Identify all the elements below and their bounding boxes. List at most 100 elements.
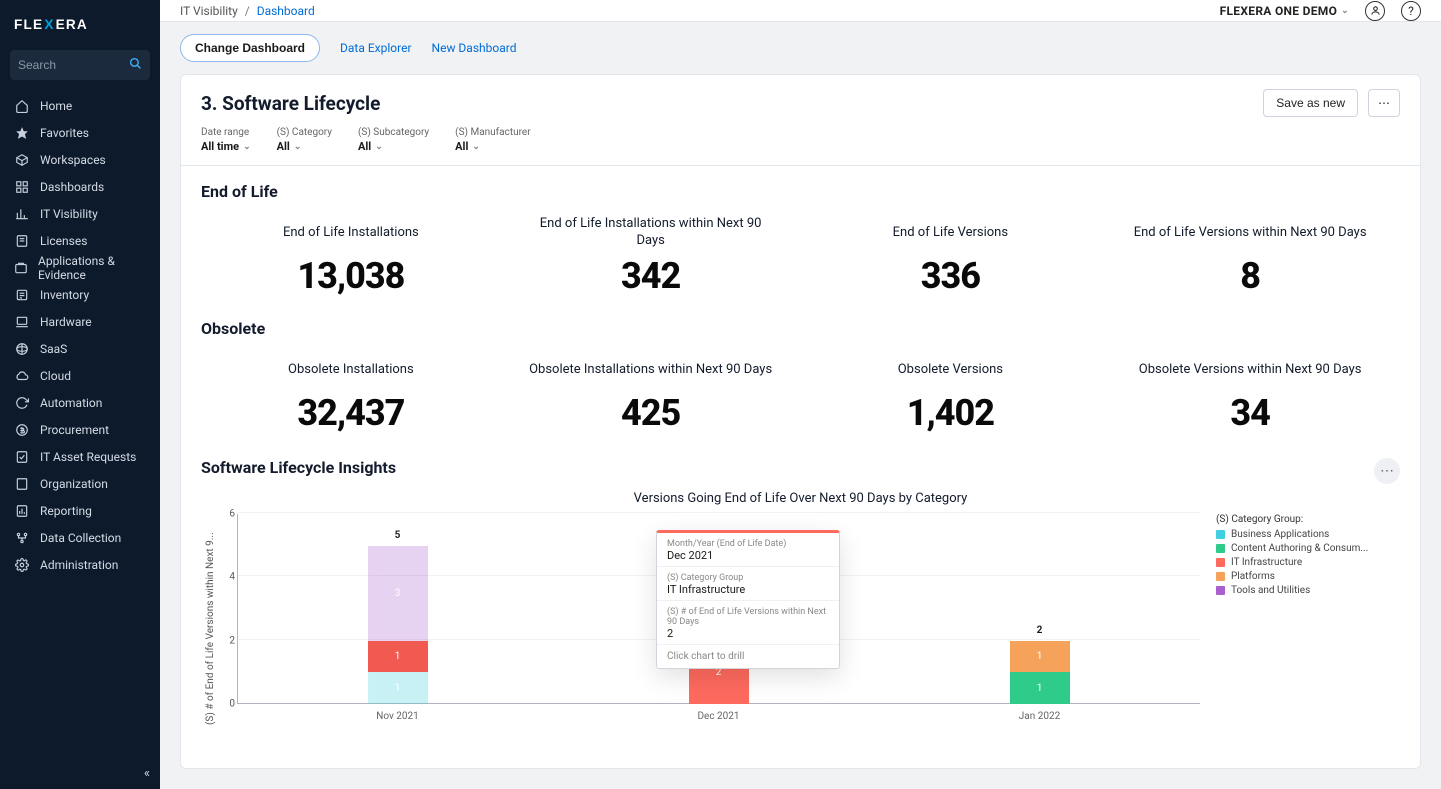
sidebar-item-organization[interactable]: Organization [0, 470, 160, 497]
data-icon [14, 530, 30, 546]
legend-item[interactable]: Tools and Utilities [1216, 585, 1400, 596]
flexera-logo-svg: FLE X ERA [14, 16, 134, 34]
chevron-down-icon: ⌄ [243, 142, 251, 152]
tooltip-label: (S) # of End of Life Versions within Nex… [667, 607, 829, 627]
bar-segment[interactable]: 1 [368, 641, 428, 673]
sidebar-item-label: Dashboards [40, 180, 104, 194]
filter--s-manufacturer[interactable]: (S) ManufacturerAll⌄ [455, 127, 530, 153]
sidebar-item-dashboards[interactable]: Dashboards [0, 173, 160, 200]
sidebar-item-it-visibility[interactable]: IT Visibility [0, 200, 160, 227]
sidebar-item-label: Workspaces [40, 153, 106, 167]
y-tick: 4 [229, 572, 235, 583]
kpi-card: End of Life Versions within Next 90 Days… [1100, 209, 1400, 303]
filter-value: All⌄ [358, 140, 429, 153]
bar-segment[interactable]: 1 [368, 672, 428, 704]
legend-label: Content Authoring & Consum... [1231, 543, 1368, 554]
sidebar-item-applications-evidence[interactable]: Applications & Evidence [0, 254, 160, 281]
kpi-value: 336 [811, 255, 1091, 297]
topbar: IT Visibility / Dashboard FLEXERA ONE DE… [160, 0, 1441, 22]
sidebar-item-inventory[interactable]: Inventory [0, 281, 160, 308]
subtabs: Change Dashboard Data Explorer New Dashb… [160, 22, 1441, 68]
box-icon [14, 152, 30, 168]
legend-item[interactable]: IT Infrastructure [1216, 557, 1400, 568]
sidebar-item-data-collection[interactable]: Data Collection [0, 524, 160, 551]
sidebar-item-administration[interactable]: Administration [0, 551, 160, 578]
bar-total-label: 2 [1037, 625, 1043, 636]
save-as-new-button[interactable]: Save as new [1263, 89, 1358, 117]
sidebar-item-label: Applications & Evidence [38, 254, 146, 282]
legend-item[interactable]: Content Authoring & Consum... [1216, 543, 1400, 554]
filter--s-subcategory[interactable]: (S) SubcategoryAll⌄ [358, 127, 429, 153]
y-axis: 0246 [219, 514, 237, 704]
breadcrumb: IT Visibility / Dashboard [180, 4, 315, 18]
legend-label: Platforms [1231, 571, 1275, 582]
org-switcher[interactable]: FLEXERA ONE DEMO ⌄ [1220, 4, 1349, 18]
sidebar-item-label: Data Collection [40, 531, 121, 545]
chart-more-button[interactable]: ⋯ [1374, 458, 1400, 484]
tooltip-label: (S) Category Group [667, 573, 829, 583]
sidebar-item-label: IT Visibility [40, 207, 98, 221]
kpi-card: Obsolete Versions1,402 [801, 346, 1101, 440]
legend-item[interactable]: Platforms [1216, 571, 1400, 582]
change-dashboard-button[interactable]: Change Dashboard [180, 34, 320, 62]
new-dashboard-link[interactable]: New Dashboard [432, 41, 517, 55]
sidebar-item-it-asset-requests[interactable]: IT Asset Requests [0, 443, 160, 470]
automation-icon [14, 395, 30, 411]
sidebar-item-workspaces[interactable]: Workspaces [0, 146, 160, 173]
legend-label: Business Applications [1231, 529, 1329, 540]
y-axis-label: (S) # of End of Life Versions within Nex… [201, 514, 219, 744]
bar-group[interactable]: 5113 [368, 546, 428, 704]
sidebar-item-home[interactable]: Home [0, 92, 160, 119]
sidebar-item-automation[interactable]: Automation [0, 389, 160, 416]
sidebar-item-reporting[interactable]: Reporting [0, 497, 160, 524]
dashboard-header: 3. Software Lifecycle Save as new ⋯ [181, 75, 1420, 127]
collapse-sidebar-icon[interactable]: « [144, 766, 150, 781]
dashboard-title: 3. Software Lifecycle [201, 92, 380, 115]
kpi-card: End of Life Versions336 [801, 209, 1101, 303]
filter-date-range[interactable]: Date rangeAll time⌄ [201, 127, 251, 153]
legend-item[interactable]: Business Applications [1216, 529, 1400, 540]
sidebar-item-label: Inventory [40, 288, 89, 302]
kpi-value: 8 [1110, 255, 1390, 297]
sidebar-item-label: Organization [40, 477, 108, 491]
sidebar: FLE X ERA Home Favorites Workspaces Dashboa… [0, 0, 160, 789]
bar-segment[interactable]: 3 [368, 546, 428, 641]
admin-icon [14, 557, 30, 573]
saas-icon [14, 341, 30, 357]
tooltip-value: Dec 2021 [667, 549, 829, 562]
bar-total-label: 5 [395, 530, 401, 541]
svg-text:X: X [44, 17, 54, 32]
breadcrumb-root: IT Visibility [180, 4, 238, 18]
user-icon[interactable] [1365, 1, 1385, 21]
hardware-icon [14, 314, 30, 330]
tooltip-value: 2 [667, 627, 829, 640]
chart-legend: (S) Category Group: Business Application… [1200, 514, 1400, 744]
sidebar-item-procurement[interactable]: Procurement [0, 416, 160, 443]
bar-group[interactable]: 211 [1010, 641, 1070, 704]
sidebar-item-label: SaaS [40, 342, 67, 356]
kpi-label: End of Life Versions within Next 90 Days [1110, 215, 1390, 251]
filter--s-category[interactable]: (S) CategoryAll⌄ [277, 127, 332, 153]
license-icon [14, 233, 30, 249]
sidebar-item-favorites[interactable]: Favorites [0, 119, 160, 146]
legend-swatch [1216, 558, 1225, 567]
sidebar-item-licenses[interactable]: Licenses [0, 227, 160, 254]
legend-swatch [1216, 572, 1225, 581]
bar-segment[interactable]: 1 [1010, 641, 1070, 673]
kpi-card: End of Life Installations within Next 90… [501, 209, 801, 303]
sidebar-item-cloud[interactable]: Cloud [0, 362, 160, 389]
sidebar-search[interactable] [10, 50, 150, 80]
kpi-card: Obsolete Installations within Next 90 Da… [501, 346, 801, 440]
search-input[interactable] [18, 58, 125, 72]
bar-segment[interactable]: 1 [1010, 672, 1070, 704]
sidebar-item-label: Favorites [40, 126, 89, 140]
sidebar-item-saas[interactable]: SaaS [0, 335, 160, 362]
data-explorer-link[interactable]: Data Explorer [340, 41, 412, 55]
kpi-label: End of Life Installations within Next 90… [511, 215, 791, 251]
sidebar-item-hardware[interactable]: Hardware [0, 308, 160, 335]
breadcrumb-current[interactable]: Dashboard [257, 4, 315, 18]
help-icon[interactable]: ? [1401, 1, 1421, 21]
dashboard-more-button[interactable]: ⋯ [1368, 89, 1400, 117]
dashboard-actions: Save as new ⋯ [1263, 89, 1400, 117]
sidebar-item-label: Procurement [40, 423, 109, 437]
